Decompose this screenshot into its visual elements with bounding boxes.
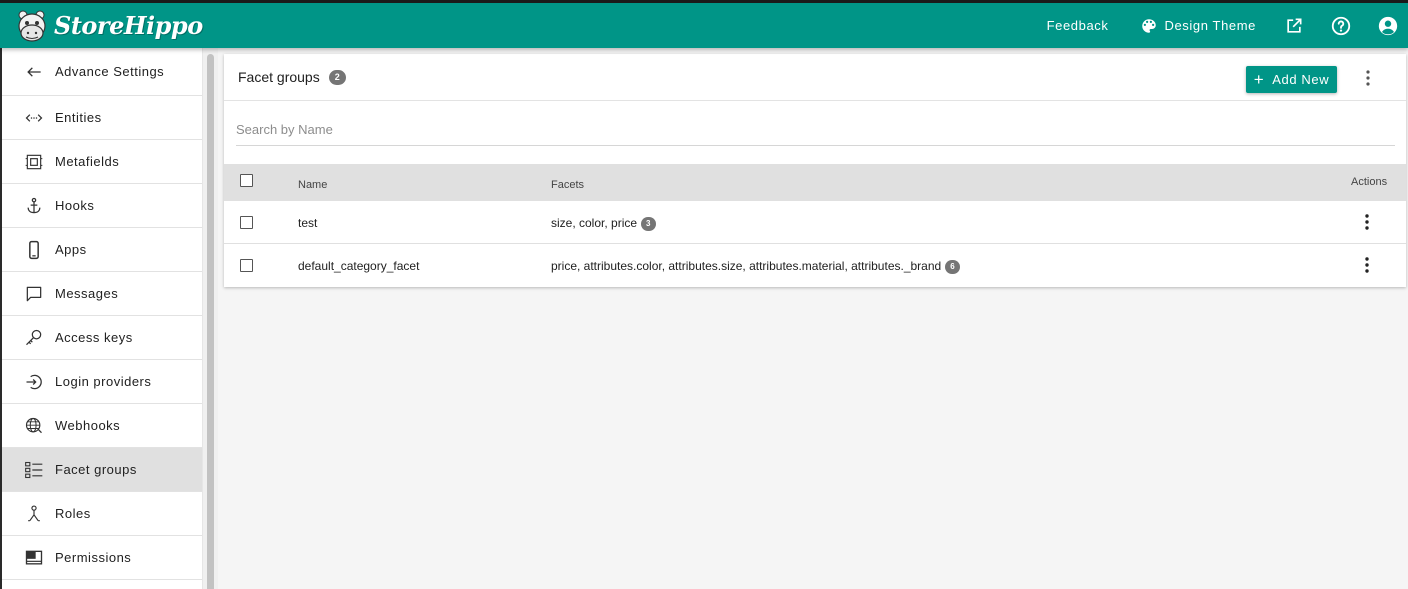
open-external-icon [1287,18,1302,33]
sidebar-item-permissions[interactable]: Permissions [2,536,202,580]
top-actions: Feedback Design Theme [1047,3,1400,48]
sidebar-item-apps[interactable]: Apps [2,228,202,272]
sidebar-item-label: Roles [55,506,91,521]
sidebar-item-label: Apps [55,242,87,257]
facet-groups-panel: Facet groups 2 + Add New Name Facets Act… [224,54,1406,287]
search-input[interactable] [236,114,1395,145]
login-icon [24,372,44,392]
message-icon [24,284,44,304]
open-external-button[interactable] [1282,14,1306,38]
sidebar-item-label: Entities [55,110,102,125]
panel-header: Facet groups 2 [224,54,1406,101]
sidebar-item-messages[interactable]: Messages [2,272,202,316]
feedback-link[interactable]: Feedback [1047,18,1109,33]
palette-icon [1142,18,1157,33]
sidebar-item-hooks[interactable]: Hooks [2,184,202,228]
storehippo-logo[interactable]: StoreHippo [12,3,203,48]
more-vertical-icon [1366,70,1370,86]
arrow-left-icon [24,62,44,82]
row-checkbox[interactable] [240,216,253,229]
metafields-icon [24,152,44,172]
facet-count-badge: 6 [945,260,960,274]
select-all-checkbox[interactable] [240,174,253,187]
row-name: default_category_facet [298,259,420,273]
column-header-facets: Facets [551,179,585,191]
column-header-actions: Actions [1351,176,1388,188]
row-facets-text: size, color, price [551,216,638,230]
table-row[interactable]: default_category_facet price, attributes… [224,244,1406,287]
design-theme-button[interactable]: Design Theme [1140,17,1256,35]
account-icon [1378,16,1398,35]
sidebar-item-label: Login providers [55,374,152,389]
sidebar-scrollbar-thumb[interactable] [207,54,214,589]
settings-sidebar: Advance Settings Entities Metafields Hoo… [0,48,202,589]
sidebar-item-entities[interactable]: Entities [2,96,202,140]
sidebar-item-label: Metafields [55,154,120,169]
column-header-name: Name [298,179,328,191]
feedback-label: Feedback [1046,18,1109,33]
row-facets-text: price, attributes.color, attributes.size… [551,259,942,273]
sidebar-item-label: Access keys [55,330,133,345]
sidebar-item-label: Facet groups [55,462,137,477]
more-vertical-icon [1365,257,1369,273]
row-actions-menu-button[interactable] [1357,212,1377,232]
add-new-label: Add New [1272,72,1330,87]
sidebar-item-access-keys[interactable]: Access keys [2,316,202,360]
row-facets: size, color, price 3 [551,216,656,231]
top-app-bar: StoreHippo Feedback Design Theme [0,0,1408,48]
hippo-logo-icon [18,10,46,42]
sidebar-item-label: Hooks [55,198,95,213]
sidebar-item-facet-groups[interactable]: Facet groups [2,448,202,492]
page-title: Facet groups [238,69,320,85]
sidebar-scrollbar[interactable] [202,48,218,589]
sidebar-item-webhooks[interactable]: Webhooks [2,404,202,448]
sidebar-item-metafields[interactable]: Metafields [2,140,202,184]
facet-count-badge: 3 [641,217,656,231]
back-to-advance-settings[interactable]: Advance Settings [2,48,202,96]
plus-icon: + [1253,70,1265,89]
row-checkbox[interactable] [240,259,253,272]
facet-list-icon [24,460,44,480]
phone-icon [24,240,44,260]
permissions-icon [24,548,44,568]
globe-icon [24,416,44,436]
sidebar-item-label: Messages [55,286,119,301]
more-vertical-icon [1365,214,1369,230]
row-actions-menu-button[interactable] [1357,255,1377,275]
sidebar-item-roles[interactable]: Roles [2,492,202,536]
sidebar-back-label: Advance Settings [55,64,165,79]
sidebar-item-label: Webhooks [55,418,121,433]
help-icon [1331,16,1351,35]
roles-icon [24,504,44,524]
code-arrows-icon [24,108,44,128]
brand-name: StoreHippo [54,11,203,40]
row-facets: price, attributes.color, attributes.size… [551,259,960,274]
count-badge: 2 [328,69,346,85]
account-button[interactable] [1376,14,1400,38]
add-new-button[interactable]: + Add New [1246,66,1337,93]
table-header: Name Facets Actions [224,164,1406,201]
sidebar-item-label: Permissions [55,550,132,565]
key-icon [24,328,44,348]
anchor-icon [24,196,44,216]
sidebar-item-login-providers[interactable]: Login providers [2,360,202,404]
facet-groups-table: Name Facets Actions test size, color, pr… [224,164,1406,287]
table-row[interactable]: test size, color, price 3 [224,201,1406,244]
row-name: test [298,216,318,230]
help-button[interactable] [1329,14,1353,38]
header-more-menu-button[interactable] [1358,68,1378,88]
design-theme-label: Design Theme [1164,18,1256,33]
search-field [236,114,1395,146]
